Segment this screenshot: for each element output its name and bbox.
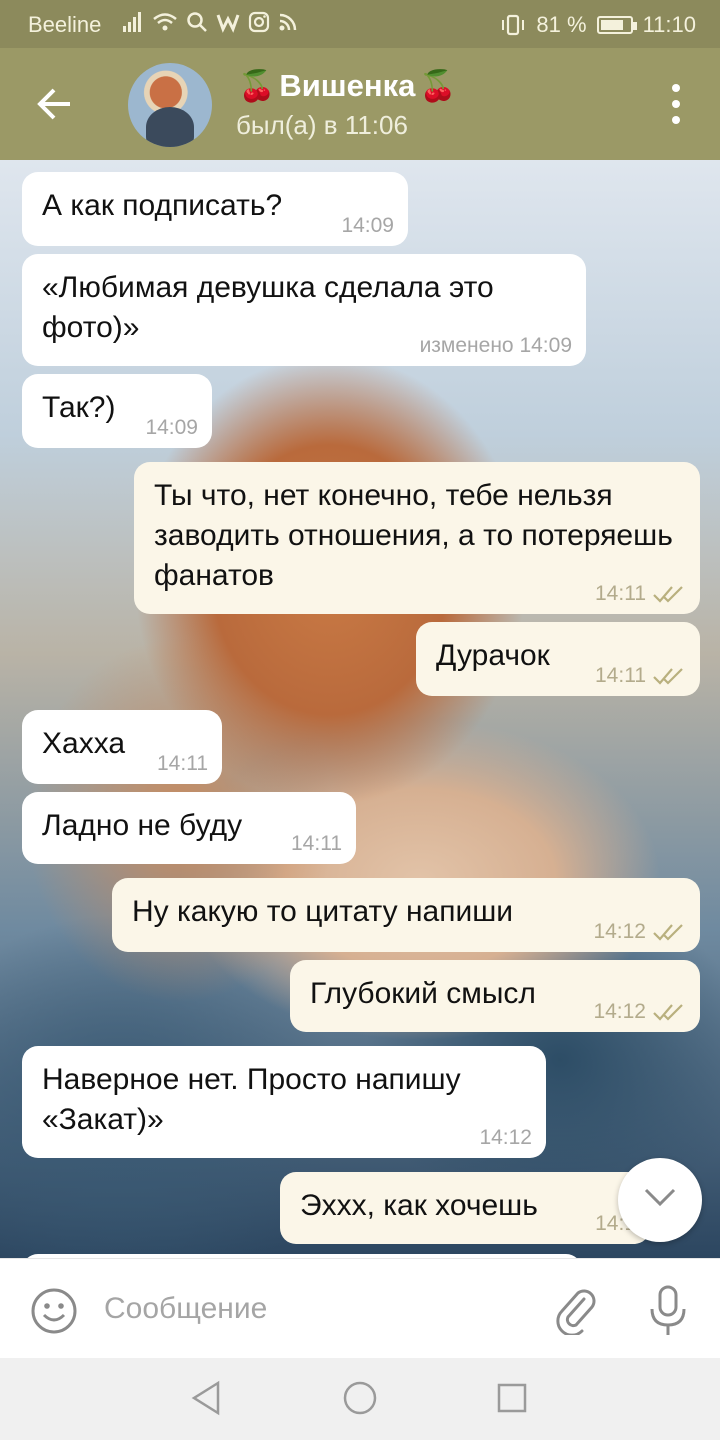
message-meta: 14:11	[595, 582, 686, 606]
voice-message-button[interactable]	[648, 1285, 688, 1342]
cherry-icon: 🍒	[419, 69, 457, 103]
double-check-icon	[653, 668, 683, 685]
message-input[interactable]	[104, 1289, 524, 1329]
message-time: 14:11	[291, 832, 342, 855]
arrow-left-icon	[37, 88, 70, 120]
status-bar: Beeline 81 % 11:10	[0, 0, 720, 48]
cherry-icon: 🍒	[238, 69, 276, 103]
last-seen-status: был(а) в 11:06	[236, 110, 408, 140]
triangle-back-icon	[191, 1380, 220, 1416]
message-text: Хахха	[42, 727, 126, 760]
nav-home-button[interactable]	[342, 1380, 378, 1421]
message-bubble[interactable]: Ладно не буду 14:11	[22, 792, 356, 864]
message-bubble[interactable]: Дурачок 14:11	[416, 622, 700, 696]
message-bubble[interactable]: Глубокий смысл 14:12	[290, 960, 700, 1032]
message-meta: 14:11	[595, 664, 686, 688]
double-check-icon	[653, 924, 683, 941]
dot	[672, 84, 680, 92]
nav-back-button[interactable]	[190, 1380, 222, 1421]
contact-name-text: Вишенка	[279, 68, 416, 103]
message-text: Дурачок	[436, 639, 550, 672]
chat-messages-area[interactable]: А как подписать? 14:09 «Любимая девушка …	[0, 160, 720, 1258]
instagram-icon	[248, 11, 270, 33]
rss-icon	[279, 13, 297, 31]
chevron-down-icon	[644, 1188, 676, 1207]
contact-avatar[interactable]	[128, 63, 212, 147]
clock: 11:10	[642, 12, 696, 37]
message-text: Наверное нет. Просто напишу «Закат)»	[42, 1063, 461, 1136]
dot	[672, 116, 680, 124]
message-time: 14:11	[157, 752, 208, 775]
attach-button[interactable]	[554, 1287, 598, 1340]
message-bubble[interactable]: Наверное нет. Просто напишу «Закат)» 14:…	[22, 1046, 546, 1158]
circle-home-icon	[343, 1381, 377, 1415]
signal-icon	[123, 12, 141, 32]
double-check-icon	[653, 586, 683, 603]
back-button[interactable]	[30, 82, 80, 126]
square-recents-icon	[497, 1383, 527, 1413]
message-bubble[interactable]: «Любимая девушка сделала это фото)» изме…	[22, 254, 586, 366]
dot	[672, 100, 680, 108]
smiley-icon	[31, 1288, 77, 1334]
message-time: 14:11	[595, 582, 646, 605]
vibrate-icon	[502, 14, 525, 36]
message-text: А как подписать?	[42, 189, 283, 222]
paperclip-icon	[556, 1289, 596, 1337]
message-time: 14:09	[145, 416, 198, 439]
message-meta: 14:12	[593, 920, 686, 944]
message-bubble[interactable]: Хахха 14:11	[22, 710, 222, 784]
wifi-icon	[153, 13, 177, 31]
message-meta: 14:12	[593, 1000, 686, 1024]
microphone-icon	[650, 1285, 686, 1335]
carrier-name: Beeline	[28, 12, 102, 37]
chat-header: 🍒 Вишенка 🍒 был(а) в 11:06	[0, 48, 720, 160]
message-bubble[interactable]: Ты что, нет конечно, тебе нельзя заводит…	[134, 462, 700, 614]
message-time: 14:11	[595, 664, 646, 687]
message-time: изменено 14:09	[419, 334, 572, 357]
message-time: 14:12	[479, 1126, 532, 1149]
message-time: 14:12	[593, 1000, 646, 1023]
message-time: 14:09	[341, 214, 394, 237]
more-options-button[interactable]	[670, 84, 682, 124]
double-check-icon	[653, 1004, 683, 1021]
message-bubble[interactable]: Ну какую то цитату напиши 14:12	[112, 878, 700, 952]
message-bubble[interactable]: Так?) 14:09	[22, 374, 212, 448]
app-w-icon	[216, 14, 240, 33]
message-input-bar	[0, 1258, 720, 1358]
message-bubble[interactable]: Эххх, как хочешь 14:1	[280, 1172, 650, 1244]
message-time: 14:12	[593, 920, 646, 943]
nav-recents-button[interactable]	[496, 1380, 528, 1421]
emoji-button[interactable]	[30, 1287, 78, 1340]
battery-percent: 81 %	[536, 12, 587, 37]
message-text: Ладно не буду	[42, 809, 243, 842]
search-icon	[187, 12, 207, 32]
message-text: Глубокий смысл	[310, 977, 536, 1010]
system-nav-bar	[0, 1358, 720, 1440]
message-text: Так?)	[42, 391, 116, 424]
battery-icon	[596, 16, 637, 34]
message-text: Ну какую то цитату напиши	[132, 895, 514, 928]
contact-name[interactable]: 🍒 Вишенка 🍒	[238, 68, 457, 104]
message-bubble[interactable]: А как подписать? 14:09	[22, 172, 408, 246]
status-icons	[122, 11, 298, 33]
scroll-to-bottom-button[interactable]	[618, 1158, 702, 1242]
message-text: Ты что, нет конечно, тебе нельзя заводит…	[154, 479, 673, 592]
message-text: Эххх, как хочешь	[300, 1189, 538, 1222]
